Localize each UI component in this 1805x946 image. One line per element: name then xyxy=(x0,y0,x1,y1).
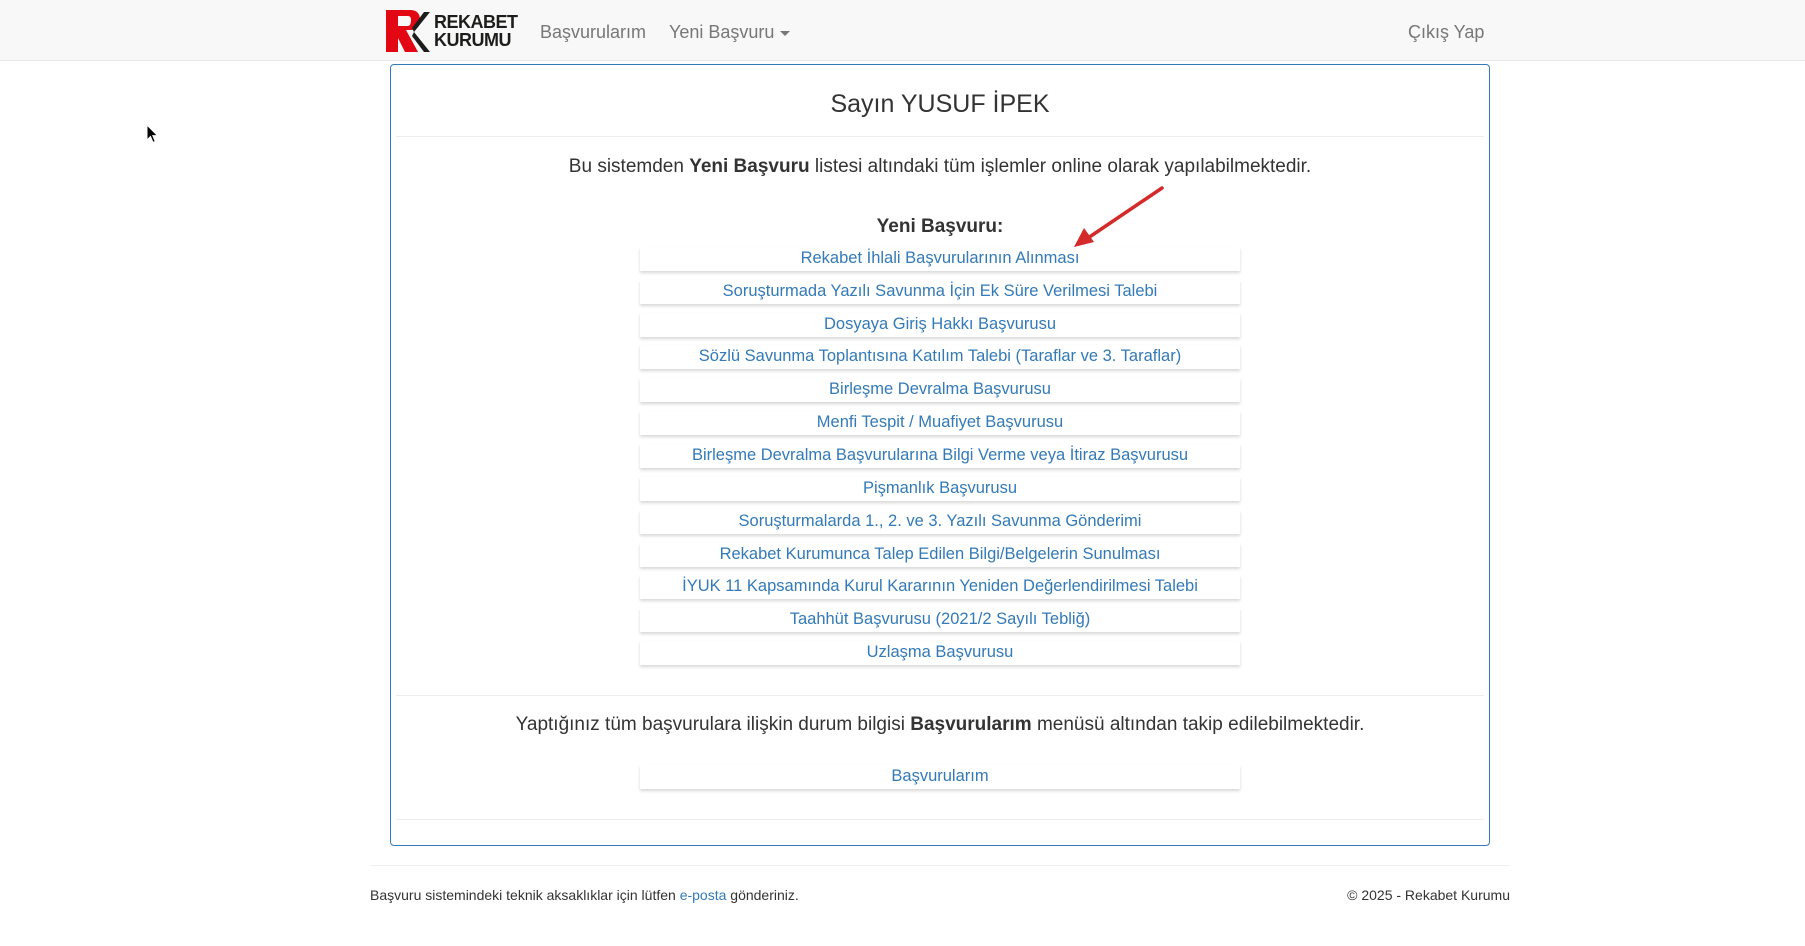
application-link[interactable]: Sözlü Savunma Toplantısına Katılım Taleb… xyxy=(640,345,1240,369)
rk-logo-icon xyxy=(386,10,430,52)
section-title: Yeni Başvuru: xyxy=(876,216,1004,237)
divider xyxy=(396,136,1484,137)
divider xyxy=(396,695,1484,696)
intro-prefix: Bu sistemden xyxy=(568,156,690,177)
application-link[interactable]: Rekabet İhlali Başvurularının Alınması xyxy=(640,247,1240,271)
email-link[interactable]: e-posta xyxy=(680,887,727,903)
main-panel: Sayın YUSUF İPEK Bu sistemden Yeni Başvu… xyxy=(390,64,1490,846)
application-link[interactable]: Uzlaşma Başvurusu xyxy=(640,641,1240,665)
nav-yeni-basvuru-label: Yeni Başvuru xyxy=(669,22,775,42)
footer-copyright: © 2025 - Rekabet Kurumu xyxy=(1347,887,1510,903)
nav-logout[interactable]: Çıkış Yap xyxy=(1408,20,1484,44)
status-text: Yaptığınız tüm başvurulara ilişkin durum… xyxy=(391,713,1489,737)
intro-suffix: listesi altındaki tüm işlemler online ol… xyxy=(809,156,1312,177)
application-link[interactable]: Soruşturmada Yazılı Savunma İçin Ek Süre… xyxy=(640,280,1240,304)
basvurularim-button[interactable]: Başvurularım xyxy=(640,765,1240,789)
status-suffix: menüsü altından takip edilebilmektedir. xyxy=(1031,714,1365,735)
application-link[interactable]: Rekabet Kurumunca Talep Edilen Bilgi/Bel… xyxy=(640,543,1240,567)
application-link[interactable]: Pişmanlık Başvurusu xyxy=(640,477,1240,501)
footer-left-suffix: gönderiniz. xyxy=(726,887,799,903)
footer-divider xyxy=(370,865,1510,866)
caret-down-icon xyxy=(780,30,791,36)
red-arrow-icon xyxy=(1074,186,1164,247)
intro-bold: Yeni Başvuru xyxy=(689,156,810,177)
footer-support-text: Başvuru sistemindeki teknik aksaklıklar … xyxy=(370,886,799,904)
nav-yeni-basvuru-dropdown[interactable]: Yeni Başvuru xyxy=(669,20,791,44)
brand-line-1: REKABET xyxy=(434,12,518,32)
application-link[interactable]: Menfi Tespit / Muafiyet Başvurusu xyxy=(640,411,1240,435)
application-link[interactable]: Dosyaya Giriş Hakkı Başvurusu xyxy=(640,313,1240,337)
mouse-pointer-icon xyxy=(146,124,159,144)
brand-logo[interactable]: REKABET KURUMU xyxy=(384,8,518,54)
top-navbar: REKABET KURUMU Başvurularım Yeni Başvuru… xyxy=(0,0,1805,61)
brand-text: REKABET KURUMU xyxy=(434,13,518,49)
intro-text: Bu sistemden Yeni Başvuru listesi altınd… xyxy=(391,155,1489,179)
application-link[interactable]: Birleşme Devralma Başvurularına Bilgi Ve… xyxy=(640,444,1240,468)
application-link[interactable]: Taahhüt Başvurusu (2021/2 Sayılı Tebliğ) xyxy=(640,608,1240,632)
application-link[interactable]: İYUK 11 Kapsamında Kurul Kararının Yenid… xyxy=(640,575,1240,599)
page-title: Sayın YUSUF İPEK xyxy=(830,90,1050,118)
footer-left-prefix: Başvuru sistemindeki teknik aksaklıklar … xyxy=(370,887,680,903)
status-prefix: Yaptığınız tüm başvurulara ilişkin durum… xyxy=(515,714,911,735)
application-link[interactable]: Birleşme Devralma Başvurusu xyxy=(640,378,1240,402)
divider xyxy=(396,819,1484,820)
nav-basvurularim[interactable]: Başvurularım xyxy=(540,20,646,44)
brand-line-2: KURUMU xyxy=(434,30,511,50)
status-bold: Başvurularım xyxy=(910,714,1032,735)
application-link[interactable]: Soruşturmalarda 1., 2. ve 3. Yazılı Savu… xyxy=(640,510,1240,534)
